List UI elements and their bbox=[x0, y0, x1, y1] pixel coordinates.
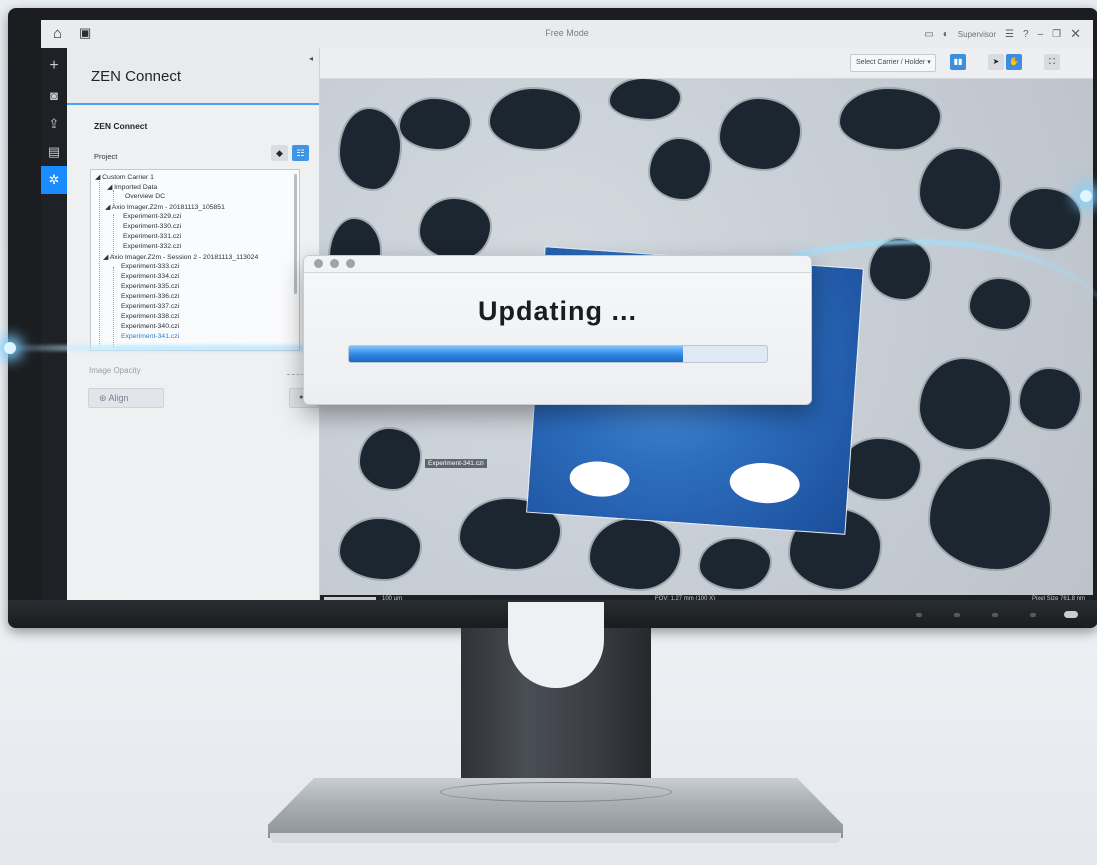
tree-item[interactable]: Experiment-340.czi bbox=[121, 323, 179, 330]
tree-scrollbar[interactable] bbox=[294, 174, 297, 294]
dialog-titlebar bbox=[304, 256, 811, 273]
tree-guide bbox=[113, 190, 114, 204]
tree-item[interactable]: ◢ Axio Imager.Z2m - Session 2 - 20181113… bbox=[103, 253, 258, 261]
tree-item[interactable]: ◢ Axio Imager.Z2m - 20181113_105851 bbox=[105, 203, 225, 211]
carrier-select[interactable]: Select Carrier / Holder ▾ bbox=[850, 54, 936, 72]
image-particle bbox=[840, 439, 920, 499]
monitor-button[interactable] bbox=[992, 613, 998, 617]
image-particle bbox=[360, 429, 420, 489]
tree-item[interactable]: Experiment-331.czi bbox=[123, 233, 181, 240]
image-particle bbox=[920, 359, 1010, 449]
panel-title: ZEN Connect bbox=[91, 68, 182, 85]
tree-view-button[interactable]: ☷ bbox=[292, 145, 309, 161]
tree-item[interactable]: Experiment-336.czi bbox=[121, 293, 179, 300]
image-particle bbox=[1020, 369, 1080, 429]
window-control-dot[interactable] bbox=[346, 259, 355, 268]
image-particle bbox=[340, 519, 420, 579]
section-title: ZEN Connect bbox=[94, 121, 148, 131]
user-name: Supervisor bbox=[957, 29, 997, 39]
image-particle bbox=[930, 459, 1050, 569]
tree-item[interactable]: Experiment-337.czi bbox=[121, 303, 179, 310]
title-bar: ⌂ ▣ Free Mode ▭ ◐ Supervisor ☰ ? – ❐ ✕ bbox=[41, 20, 1093, 49]
zen-connect-panel: ZEN Connect ◂ ZEN Connect Project ◆ ☷ ◢ … bbox=[67, 48, 320, 605]
user-avatar-icon[interactable]: ◐ bbox=[943, 29, 949, 40]
fit-icon[interactable]: ⛶ bbox=[1044, 54, 1060, 70]
collapse-icon[interactable]: ◂ bbox=[309, 54, 313, 63]
project-tree[interactable]: ◢ Custom Carrier 1 ◢ Imported Data Overv… bbox=[90, 169, 300, 351]
tile-spot bbox=[728, 460, 802, 506]
monitor-stand-disc bbox=[440, 782, 672, 802]
progress-fill bbox=[349, 346, 684, 362]
viewer-toolbar: Select Carrier / Holder ▾ ▮▮ ➤ ✋ ⛶ bbox=[320, 48, 1093, 79]
light-glow bbox=[1080, 190, 1092, 202]
tree-item[interactable]: Experiment-334.czi bbox=[121, 273, 179, 280]
layers-view-button[interactable]: ◆ bbox=[271, 145, 288, 161]
tree-item[interactable]: Experiment-330.czi bbox=[123, 223, 181, 230]
image-particle bbox=[420, 199, 490, 259]
camera-icon[interactable]: ◙ bbox=[41, 82, 67, 110]
tree-item-selected[interactable]: Experiment-341.czi bbox=[121, 333, 179, 340]
connect-icon[interactable]: ✲ bbox=[41, 166, 67, 194]
opacity-label: Image Opacity bbox=[89, 366, 141, 375]
chat-icon[interactable]: ▭ bbox=[924, 29, 933, 40]
image-particle bbox=[650, 139, 710, 199]
tree-guide bbox=[113, 267, 114, 347]
tile-label: Experiment-341.czi bbox=[425, 459, 487, 468]
window-control-dot[interactable] bbox=[314, 259, 323, 268]
title-bar-controls: ▭ ◐ Supervisor ☰ ? – ❐ ✕ bbox=[924, 26, 1081, 42]
menu-icon[interactable]: ☰ bbox=[1005, 29, 1014, 40]
image-particle bbox=[700, 539, 770, 589]
image-particle bbox=[1010, 189, 1080, 249]
close-icon[interactable]: ✕ bbox=[1070, 26, 1081, 42]
image-particle bbox=[610, 79, 680, 119]
help-icon[interactable]: ? bbox=[1023, 29, 1029, 40]
monitor-button[interactable] bbox=[916, 613, 922, 617]
image-particle bbox=[490, 89, 580, 149]
updating-dialog: Updating ... bbox=[303, 255, 812, 405]
tree-item[interactable]: Experiment-329.czi bbox=[123, 213, 181, 220]
tree-item[interactable]: Experiment-333.czi bbox=[121, 263, 179, 270]
pan-icon[interactable]: ✋ bbox=[1006, 54, 1022, 70]
tree-item[interactable]: Experiment-332.czi bbox=[123, 243, 181, 250]
tree-item[interactable]: ◢ Custom Carrier 1 bbox=[95, 173, 154, 181]
monitor-button[interactable] bbox=[954, 613, 960, 617]
dialog-title: Updating ... bbox=[478, 296, 637, 326]
split-view-icon[interactable]: ▮▮ bbox=[950, 54, 966, 70]
image-particle bbox=[400, 99, 470, 149]
align-button[interactable]: ⊛ Align bbox=[88, 388, 164, 408]
left-nav: + ◙ ⇪ ▤ ✲ bbox=[41, 48, 67, 605]
restore-icon[interactable]: ❐ bbox=[1052, 29, 1061, 40]
power-button[interactable] bbox=[1064, 611, 1078, 618]
tree-item[interactable]: Experiment-338.czi bbox=[121, 313, 179, 320]
monitor-stand-foot bbox=[270, 833, 841, 843]
add-icon[interactable]: + bbox=[41, 52, 67, 80]
progress-bar bbox=[348, 345, 768, 363]
image-particle bbox=[720, 99, 800, 169]
window-control-dot[interactable] bbox=[330, 259, 339, 268]
tree-guide bbox=[99, 181, 100, 346]
light-streak bbox=[0, 345, 310, 351]
image-particle bbox=[920, 149, 1000, 229]
tree-item[interactable]: Overview DC bbox=[125, 193, 165, 200]
tree-item[interactable]: Experiment-335.czi bbox=[121, 283, 179, 290]
pointer-icon[interactable]: ➤ bbox=[988, 54, 1004, 70]
monitor-button[interactable] bbox=[1030, 613, 1036, 617]
image-particle bbox=[590, 519, 680, 589]
minimize-icon[interactable]: – bbox=[1038, 29, 1044, 40]
tree-guide bbox=[113, 214, 114, 258]
tile-spot bbox=[568, 459, 631, 499]
panel-header: ZEN Connect ◂ bbox=[67, 48, 319, 105]
light-glow bbox=[4, 342, 16, 354]
project-label: Project bbox=[94, 152, 118, 161]
image-particle bbox=[840, 89, 940, 149]
image-particle bbox=[340, 109, 400, 189]
tree-item[interactable]: ◢ Imported Data bbox=[107, 183, 157, 191]
import-icon[interactable]: ⇪ bbox=[41, 110, 67, 138]
chart-icon[interactable]: ▤ bbox=[41, 138, 67, 166]
